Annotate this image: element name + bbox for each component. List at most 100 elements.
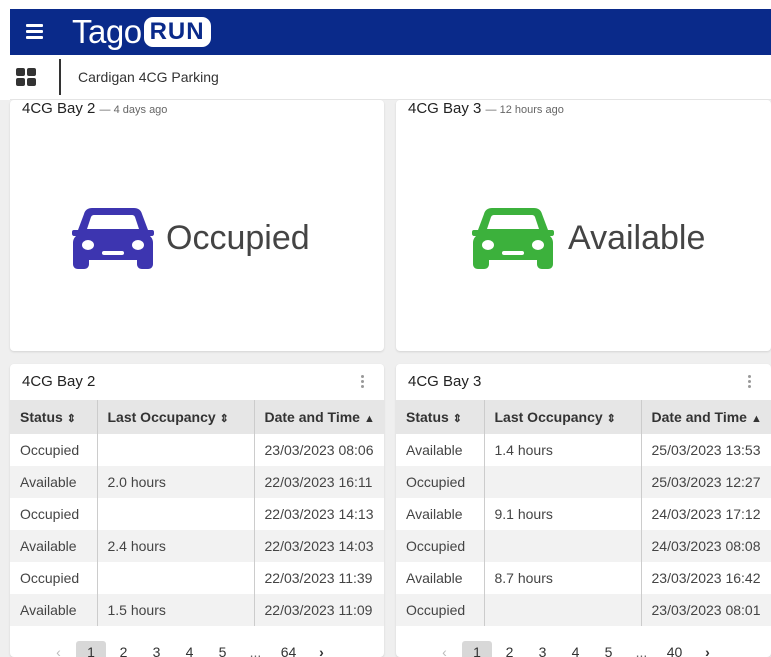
more-options-icon[interactable] [361, 375, 365, 389]
dashboard-title: Cardigan 4CG Parking [78, 69, 219, 85]
more-options-icon[interactable] [748, 375, 752, 389]
cell-date-time: 22/03/2023 11:09 [254, 594, 384, 626]
cell-last-occupancy [97, 498, 255, 530]
cell-status: Available [10, 594, 98, 626]
table-header-row: Status ⇕ Last Occupancy ⇕ Date and Time ▲ [396, 400, 771, 434]
status-card-bay-2: 4CG Bay 2 — 4 days ago Occupied [10, 100, 384, 351]
cell-status: Available [396, 498, 485, 530]
table-row: Occupied 24/03/2023 08:08 [396, 530, 771, 562]
cell-last-occupancy [97, 434, 255, 466]
column-header-date-time[interactable]: Date and Time ▲ [641, 400, 771, 434]
cell-date-time: 22/03/2023 14:13 [264, 506, 374, 522]
cell-status: Occupied [396, 530, 485, 562]
column-header-date-time[interactable]: Date and Time ▲ [254, 400, 384, 434]
page-button-1[interactable]: 1 [76, 641, 106, 657]
history-table: Status ⇕ Last Occupancy ⇕ Date and Time ▲ A… [396, 400, 771, 626]
prev-page-button[interactable]: ‹ [42, 641, 75, 657]
table-row: Available 2.0 hours 22/03/2023 16:11 [10, 466, 384, 498]
cell-status: Occupied [396, 466, 485, 498]
cell-last-occupancy: 9.1 hours [484, 498, 642, 530]
sort-icon: ⇕ [606, 413, 616, 425]
card-header: 4CG Bay 2 — 4 days ago [22, 100, 167, 117]
last-update: — 12 hours ago [485, 104, 564, 116]
history-table: Status ⇕ Last Occupancy ⇕ Date and Time ▲ O… [10, 400, 384, 626]
page-button-3[interactable]: 3 [526, 641, 559, 657]
table-row: Occupied 22/03/2023 14:13 [10, 498, 384, 530]
cell-date-time: 24/03/2023 17:12 [651, 506, 761, 522]
sort-icon: ⇕ [219, 413, 229, 425]
page-button-2[interactable]: 2 [107, 641, 140, 657]
sort-icon: ⇕ [452, 413, 463, 425]
next-page-button[interactable]: › [305, 641, 338, 657]
table-header-row: Status ⇕ Last Occupancy ⇕ Date and Time ▲ [10, 400, 384, 434]
logo-badge: RUN [143, 17, 211, 47]
history-table-card-bay-3: 4CG Bay 3 Status ⇕ Last Occupancy ⇕ Date a… [396, 364, 771, 657]
cell-last-occupancy [97, 562, 255, 594]
page-button-5[interactable]: 5 [206, 641, 239, 657]
dashboard-content: 4CG Bay 2 — 4 days ago Occupied 4CG Bay … [0, 100, 771, 657]
table-row: Available 8.7 hours 23/03/2023 16:42 [396, 562, 771, 594]
column-header-last-occupancy[interactable]: Last Occupancy ⇕ [97, 400, 255, 434]
table-row: Occupied 25/03/2023 12:27 [396, 466, 771, 498]
page-button-1[interactable]: 1 [462, 641, 492, 657]
table-title: 4CG Bay 3 [408, 373, 482, 390]
table-row: Occupied 22/03/2023 11:39 [10, 562, 384, 594]
dashboard-bar: Cardigan 4CG Parking [10, 55, 771, 100]
sort-asc-icon: ▲ [363, 413, 375, 425]
cell-date-time: 23/03/2023 16:42 [651, 570, 761, 586]
page-button-3[interactable]: 3 [140, 641, 173, 657]
cell-status: Available [10, 530, 98, 562]
table-row: Available 1.4 hours 25/03/2023 13:53 [396, 434, 771, 466]
page-button-4[interactable]: 4 [173, 641, 206, 657]
cell-status: Occupied [396, 594, 485, 626]
divider [59, 59, 61, 95]
status-card-bay-3: 4CG Bay 3 — 12 hours ago Available [396, 100, 771, 351]
menu-icon[interactable] [26, 24, 43, 39]
next-page-button[interactable]: › [691, 641, 724, 657]
column-header-status[interactable]: Status ⇕ [396, 400, 485, 434]
last-update: — 4 days ago [99, 104, 168, 116]
cell-date-time: 24/03/2023 08:08 [641, 530, 771, 562]
card-title: 4CG Bay 2 [22, 100, 96, 117]
table-row: Available 1.5 hours 22/03/2023 11:09 [10, 594, 384, 626]
table-row: Available 9.1 hours 24/03/2023 17:12 [396, 498, 771, 530]
cell-status: Occupied [10, 498, 98, 530]
status-text: Available [568, 219, 706, 257]
cell-last-occupancy: 8.7 hours [484, 562, 642, 594]
cell-status: Available [396, 434, 485, 466]
cell-status: Available [10, 466, 98, 498]
cell-date-time: 25/03/2023 12:27 [641, 466, 771, 498]
cell-status: Available [396, 562, 485, 594]
cell-date-time: 25/03/2023 13:53 [651, 442, 761, 458]
page-button-last[interactable]: 40 [658, 641, 691, 657]
status-text: Occupied [166, 219, 310, 257]
top-bar: Tago RUN [10, 9, 771, 55]
cell-status: Occupied [10, 434, 98, 466]
cell-last-occupancy [484, 530, 642, 562]
table-row: Available 2.4 hours 22/03/2023 14:03 [10, 530, 384, 562]
logo[interactable]: Tago RUN [72, 12, 211, 52]
cell-date-time: 23/03/2023 08:01 [641, 594, 771, 626]
dashboard-grid-icon[interactable] [16, 68, 36, 86]
column-header-last-occupancy[interactable]: Last Occupancy ⇕ [484, 400, 642, 434]
table-row: Occupied 23/03/2023 08:01 [396, 594, 771, 626]
page-button-2[interactable]: 2 [493, 641, 526, 657]
pagination: ‹ 1 2 3 4 5 ... 64 › [42, 640, 338, 657]
pagination-ellipsis: ... [635, 644, 648, 657]
page-button-5[interactable]: 5 [592, 641, 625, 657]
sort-asc-icon: ▲ [750, 413, 762, 425]
column-header-status[interactable]: Status ⇕ [10, 400, 98, 434]
pagination-ellipsis: ... [249, 644, 262, 657]
cell-last-occupancy: 2.0 hours [97, 466, 255, 498]
cell-date-time: 22/03/2023 16:11 [254, 466, 384, 498]
cell-last-occupancy: 2.4 hours [97, 530, 255, 562]
pagination: ‹ 1 2 3 4 5 ... 40 › [428, 640, 724, 657]
table-title: 4CG Bay 2 [22, 373, 96, 390]
table-row: Occupied 23/03/2023 08:06 [10, 434, 384, 466]
page-button-last[interactable]: 64 [272, 641, 305, 657]
history-table-card-bay-2: 4CG Bay 2 Status ⇕ Last Occupancy ⇕ Date a… [10, 364, 384, 657]
prev-page-button[interactable]: ‹ [428, 641, 461, 657]
cell-date-time: 22/03/2023 11:39 [264, 570, 373, 586]
cell-date-time: 23/03/2023 08:06 [264, 442, 374, 458]
page-button-4[interactable]: 4 [559, 641, 592, 657]
